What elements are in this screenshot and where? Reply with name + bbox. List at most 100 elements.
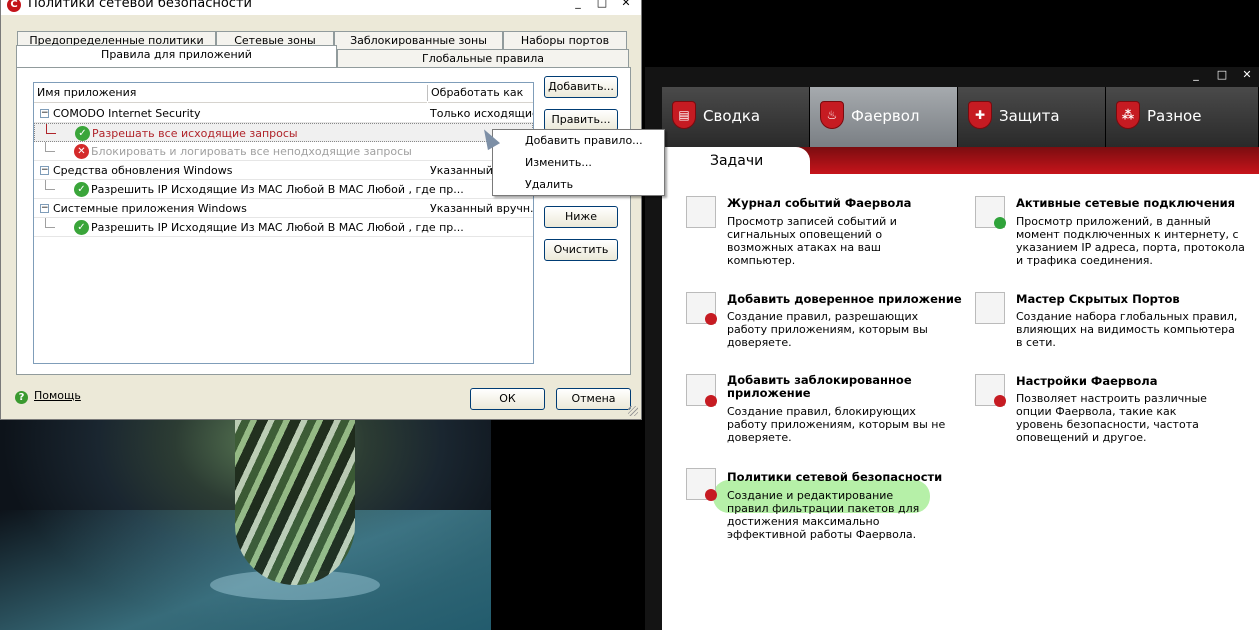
nav-label: Разное (1147, 107, 1202, 125)
main-content: ▤ Сводка ♨ Фаервол ✚ Защита ⁂ Разное Зад… (662, 87, 1259, 630)
stealth-ports-icon (975, 292, 1005, 324)
comodo-logo-icon: C (7, 0, 21, 12)
log-icon (686, 196, 716, 228)
treat-as: Указанный вручн... (430, 202, 533, 215)
rule-name: Разрешить IP Исходящие Из MAC Любой В MA… (91, 221, 464, 234)
nav-tab-summary[interactable]: ▤ Сводка (662, 87, 810, 147)
task-title: Настройки Фаервола (1016, 374, 1158, 388)
task-description: Создание правил, разрешающих работу прил… (727, 310, 928, 349)
task-description: Позволяет настроить различные опции Фаер… (1016, 392, 1207, 444)
defense-icon: ✚ (968, 101, 992, 129)
table-row[interactable]: − Системные приложения Windows Указанный… (34, 199, 533, 218)
tree-connector (45, 218, 55, 228)
allow-icon: ✓ (74, 182, 89, 197)
menu-item-edit[interactable]: Изменить... (525, 156, 592, 169)
tab-port-sets[interactable]: Наборы портов (503, 31, 627, 50)
tab-application-rules[interactable]: Правила для приложений (16, 45, 337, 67)
tasks-tab: Задачи (662, 147, 810, 175)
cancel-button[interactable]: Отмена (556, 388, 631, 410)
edit-button[interactable]: Править... (544, 109, 618, 131)
allow-icon: ✓ (75, 126, 90, 141)
task-active-connections[interactable]: Активные сетевые подключения Просмотр пр… (975, 196, 1255, 276)
comodo-main-window: _ □ ✕ ▤ Сводка ♨ Фаервол ✚ Защита ⁂ Разн… (645, 67, 1259, 630)
menu-item-add-rule[interactable]: Добавить правило... (525, 134, 643, 147)
clear-button[interactable]: Очистить (544, 239, 618, 261)
task-title: Мастер Скрытых Портов (1016, 292, 1180, 306)
task-firewall-log[interactable]: Журнал событий Фаервола Просмотр записей… (686, 196, 946, 276)
policy-icon (686, 468, 717, 501)
task-add-blocked-app[interactable]: Добавить заблокированное приложение Созд… (686, 374, 946, 444)
summary-icon: ▤ (672, 101, 696, 129)
nav-label: Фаервол (851, 107, 920, 125)
task-title: Активные сетевые подключения (1016, 196, 1236, 210)
misc-icon: ⁂ (1116, 101, 1140, 129)
column-header-treat-as[interactable]: Обработать как (428, 83, 533, 103)
context-menu: Добавить правило... Изменить... Удалить (492, 129, 665, 196)
ok-button[interactable]: ОК (470, 388, 545, 410)
dialog-title: Политики сетевой безопасности (28, 0, 252, 11)
table-row[interactable]: − Средства обновления Windows Указанный … (34, 161, 533, 180)
move-down-button[interactable]: Ниже (544, 206, 618, 228)
rule-name: Разрешить IP Исходящие Из MAC Любой В MA… (91, 183, 464, 196)
table-row[interactable]: ✓ Разрешить IP Исходящие Из MAC Любой В … (34, 218, 533, 237)
tab-global-rules[interactable]: Глобальные правила (337, 49, 629, 68)
maximize-button[interactable]: □ (1215, 69, 1229, 81)
column-header-app-name[interactable]: Имя приложения (34, 83, 427, 103)
help-link[interactable]: Помощь (34, 389, 81, 402)
rule-name: Разрешать все исходящие запросы (92, 127, 298, 140)
task-network-policy[interactable]: Политики сетевой безопасности Создание и… (686, 468, 946, 548)
add-button[interactable]: Добавить... (544, 76, 618, 98)
nav-tab-misc[interactable]: ⁂ Разное (1106, 87, 1259, 147)
allow-icon: ✓ (74, 220, 89, 235)
close-button[interactable]: ✕ (1240, 69, 1254, 81)
table-row[interactable]: ✓ Разрешать все исходящие запросы (34, 123, 533, 142)
application-rules-list[interactable]: Имя приложения Обработать как − COMODO I… (33, 82, 534, 364)
collapse-icon[interactable]: − (40, 166, 49, 175)
task-stealth-ports[interactable]: Мастер Скрытых Портов Создание набора гл… (975, 292, 1255, 352)
nav-tab-defense[interactable]: ✚ Защита (958, 87, 1106, 147)
task-description: Просмотр записей событий и сигнальных оп… (727, 215, 897, 267)
nav-label: Защита (999, 107, 1060, 125)
blocked-app-icon (686, 374, 717, 407)
help-icon[interactable]: ? (15, 391, 28, 404)
rule-name: Блокировать и логировать все неподходящи… (91, 145, 412, 158)
task-description: Просмотр приложений, в данный момент под… (1016, 215, 1245, 267)
menu-item-delete[interactable]: Удалить (525, 178, 573, 191)
table-row[interactable]: ✕ Блокировать и логировать все неподходя… (34, 142, 533, 161)
resize-grip[interactable] (628, 406, 638, 416)
task-description: Создание и редактирование правил фильтра… (727, 489, 920, 541)
task-title: Политики сетевой безопасности (727, 470, 943, 484)
task-description: Создание правил, блокирующих работу прил… (727, 405, 946, 444)
minimize-button[interactable]: _ (571, 0, 585, 9)
tasks-label: Задачи (710, 153, 764, 169)
task-title: Добавить доверенное приложение (727, 292, 962, 306)
tab-panel: Имя приложения Обработать как − COMODO I… (16, 67, 631, 375)
minimize-button[interactable]: _ (1189, 69, 1203, 81)
tree-connector (45, 142, 55, 152)
maximize-button[interactable]: □ (595, 0, 609, 9)
tree-connector (45, 180, 55, 190)
nav-tab-firewall[interactable]: ♨ Фаервол (810, 87, 958, 147)
wallpaper-glass-sculpture (235, 420, 355, 585)
connections-icon (975, 196, 1006, 229)
block-icon: ✕ (74, 144, 89, 159)
collapse-icon[interactable]: − (40, 109, 49, 118)
nav-label: Сводка (703, 107, 761, 125)
close-button[interactable]: ✕ (619, 0, 633, 9)
app-name: Средства обновления Windows (53, 164, 233, 177)
collapse-icon[interactable]: − (40, 204, 49, 213)
table-row[interactable]: − COMODO Internet Security Только исходя… (34, 104, 533, 123)
task-description: Создание набора глобальных правил, влияю… (1016, 310, 1238, 349)
app-name: Системные приложения Windows (53, 202, 247, 215)
tree-connector (46, 124, 56, 134)
wallpaper-image (0, 420, 491, 630)
settings-icon (975, 374, 1006, 407)
firewall-icon: ♨ (820, 101, 844, 129)
app-name: COMODO Internet Security (53, 107, 201, 120)
task-add-trusted-app[interactable]: Добавить доверенное приложение Создание … (686, 292, 962, 352)
network-policy-dialog: C Политики сетевой безопасности _ □ ✕ Пр… (0, 0, 642, 420)
table-row[interactable]: ✓ Разрешить IP Исходящие Из MAC Любой В … (34, 180, 533, 199)
tab-blocked-zones[interactable]: Заблокированные зоны (334, 31, 503, 50)
task-firewall-settings[interactable]: Настройки Фаервола Позволяет настроить р… (975, 374, 1255, 444)
dialog-titlebar: C Политики сетевой безопасности _ □ ✕ (1, 0, 641, 15)
